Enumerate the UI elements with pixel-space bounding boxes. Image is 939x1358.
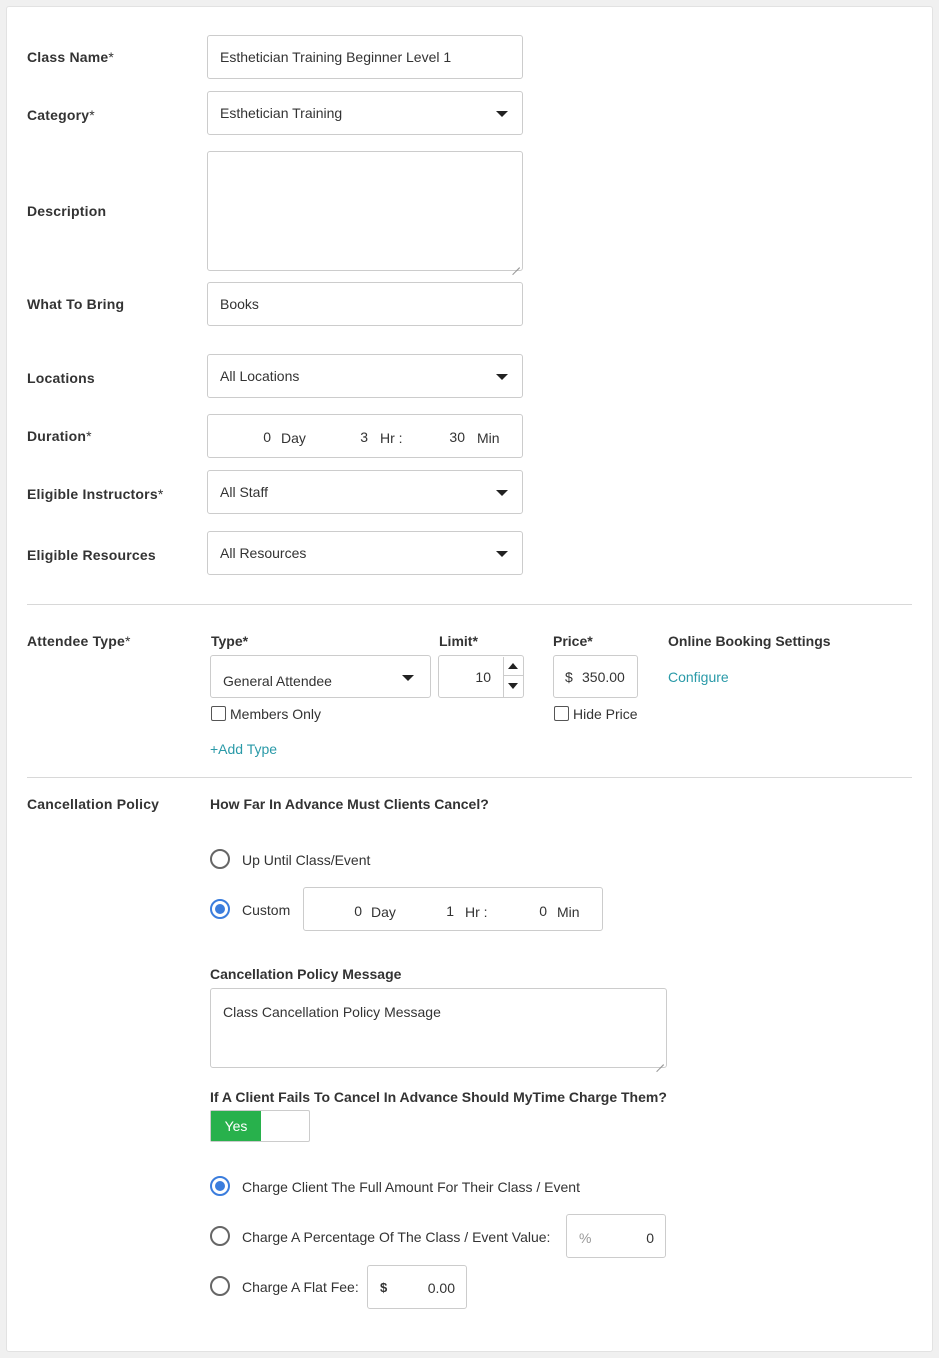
resize-handle-icon[interactable] xyxy=(656,1057,664,1065)
charge-toggle[interactable]: Yes xyxy=(210,1110,310,1142)
class-name-input[interactable]: Esthetician Training Beginner Level 1 xyxy=(207,35,523,79)
toggle-yes: Yes xyxy=(211,1111,261,1141)
configure-link[interactable]: Configure xyxy=(668,669,729,685)
custom-min-input[interactable]: 0 xyxy=(509,903,547,919)
policy-message-label: Cancellation Policy Message xyxy=(210,966,402,982)
price-input[interactable]: $ 350.00 xyxy=(553,655,638,698)
custom-min-unit: Min xyxy=(557,904,580,920)
charge-question: If A Client Fails To Cancel In Advance S… xyxy=(210,1089,667,1105)
locations-select[interactable]: All Locations xyxy=(207,354,523,398)
duration-hr-unit: Hr : xyxy=(380,430,403,446)
duration-label: Duration* xyxy=(27,428,92,444)
members-only-label: Members Only xyxy=(230,706,322,722)
policy-message-textarea[interactable]: Class Cancellation Policy Message xyxy=(210,988,667,1068)
what-to-bring-input[interactable]: Books xyxy=(207,282,523,326)
locations-label: Locations xyxy=(27,370,95,386)
charge-percent-label: Charge A Percentage Of The Class / Event… xyxy=(242,1229,551,1245)
add-type-link[interactable]: +Add Type xyxy=(210,741,277,757)
type-column-header: Type* xyxy=(211,633,249,649)
charge-flat-radio[interactable] xyxy=(210,1276,230,1296)
hide-price-checkbox[interactable] xyxy=(554,706,569,721)
resources-select[interactable]: All Resources xyxy=(207,531,523,575)
instructors-select[interactable]: All Staff xyxy=(207,470,523,514)
duration-day-input[interactable]: 0 xyxy=(228,429,271,445)
percent-symbol: % xyxy=(579,1230,592,1246)
charge-full-radio[interactable] xyxy=(210,1176,230,1196)
divider xyxy=(27,777,912,778)
duration-field: 0 Day 3 Hr : 30 Min xyxy=(207,414,523,458)
class-name-label: Class Name* xyxy=(27,49,115,65)
chevron-down-icon xyxy=(496,374,508,380)
description-label: Description xyxy=(27,203,107,219)
class-form-card: Class Name* Esthetician Training Beginne… xyxy=(6,6,933,1352)
up-until-radio[interactable] xyxy=(210,849,230,869)
attendee-type-value: General Attendee xyxy=(223,673,332,689)
policy-message-value: Class Cancellation Policy Message xyxy=(223,1004,441,1020)
duration-day-unit: Day xyxy=(281,430,306,446)
locations-value: All Locations xyxy=(220,368,300,384)
custom-radio[interactable] xyxy=(210,899,230,919)
custom-hr-unit: Hr : xyxy=(465,904,488,920)
description-textarea[interactable] xyxy=(207,151,523,271)
limit-value: 10 xyxy=(475,669,491,685)
cancel-advance-question: How Far In Advance Must Clients Cancel? xyxy=(210,796,489,812)
up-until-label: Up Until Class/Event xyxy=(242,852,371,868)
limit-stepper[interactable]: 10 xyxy=(438,655,524,698)
divider xyxy=(27,604,912,605)
price-currency: $ xyxy=(565,669,573,685)
category-select[interactable]: Esthetician Training xyxy=(207,91,523,135)
price-value: 350.00 xyxy=(582,669,625,685)
instructors-label: Eligible Instructors* xyxy=(27,486,164,502)
stepper-down-button[interactable] xyxy=(503,676,523,697)
chevron-down-icon xyxy=(496,111,508,117)
chevron-down-icon xyxy=(496,551,508,557)
custom-day-input[interactable]: 0 xyxy=(324,903,362,919)
category-value: Esthetician Training xyxy=(220,105,343,121)
custom-day-unit: Day xyxy=(371,904,396,920)
instructors-value: All Staff xyxy=(220,484,268,500)
class-name-value: Esthetician Training Beginner Level 1 xyxy=(220,49,452,65)
what-to-bring-label: What To Bring xyxy=(27,296,125,312)
stepper-up-button[interactable] xyxy=(503,657,523,676)
members-only-checkbox[interactable] xyxy=(211,706,226,721)
flat-fee-input[interactable]: $ 0.00 xyxy=(367,1265,467,1309)
charge-percent-radio[interactable] xyxy=(210,1226,230,1246)
chevron-down-icon xyxy=(402,675,414,681)
charge-full-label: Charge Client The Full Amount For Their … xyxy=(242,1179,580,1195)
attendee-type-label: Attendee Type* xyxy=(27,633,131,649)
resize-handle-icon[interactable] xyxy=(512,260,520,268)
custom-duration-field: 0 Day 1 Hr : 0 Min xyxy=(303,887,603,931)
flat-fee-value: 0.00 xyxy=(427,1280,455,1296)
attendee-type-select[interactable]: General Attendee xyxy=(210,655,431,698)
what-to-bring-value: Books xyxy=(220,296,259,312)
resources-value: All Resources xyxy=(220,545,307,561)
limit-column-header: Limit* xyxy=(439,633,478,649)
percent-value: 0 xyxy=(646,1230,654,1246)
custom-hr-input[interactable]: 1 xyxy=(419,903,454,919)
caret-up-icon xyxy=(508,663,518,669)
duration-hr-input[interactable]: 3 xyxy=(328,429,368,445)
category-label: Category* xyxy=(27,107,95,123)
duration-min-input[interactable]: 30 xyxy=(423,429,465,445)
duration-min-unit: Min xyxy=(477,430,500,446)
custom-label: Custom xyxy=(242,902,291,918)
resources-label: Eligible Resources xyxy=(27,547,156,563)
chevron-down-icon xyxy=(496,490,508,496)
cancellation-policy-label: Cancellation Policy xyxy=(27,796,160,812)
flat-currency: $ xyxy=(380,1280,388,1295)
online-booking-header: Online Booking Settings xyxy=(668,633,831,649)
charge-flat-label: Charge A Flat Fee: xyxy=(242,1279,359,1295)
percent-input[interactable]: % 0 xyxy=(566,1214,666,1258)
caret-down-icon xyxy=(508,683,518,689)
hide-price-label: Hide Price xyxy=(573,706,638,722)
price-column-header: Price* xyxy=(553,633,593,649)
